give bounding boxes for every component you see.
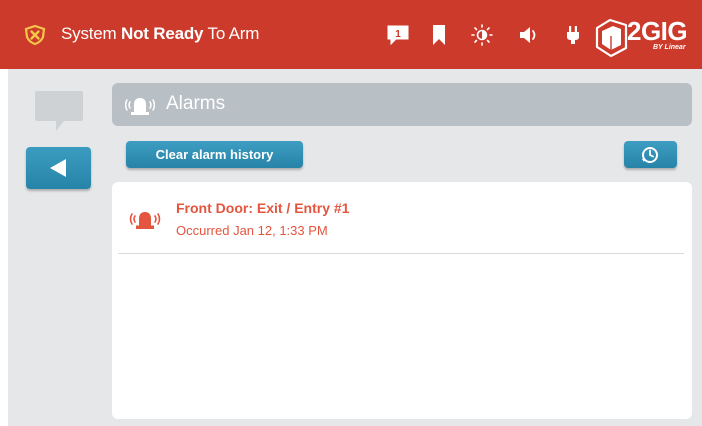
alarm-time: Occurred Jan 12, 1:33 PM — [176, 223, 328, 238]
shield-x-icon[interactable] — [24, 25, 46, 45]
brightness-icon[interactable] — [471, 24, 493, 46]
alarm-title: Front Door: Exit / Entry #1 — [176, 200, 350, 216]
back-arrow-icon — [50, 159, 66, 177]
back-button[interactable] — [26, 147, 91, 189]
status-bar: System Not Ready To Arm 1 2GIG BY Linear — [0, 0, 702, 69]
list-item[interactable]: Front Door: Exit / Entry #1 Occurred Jan… — [118, 182, 684, 254]
page-header: Alarms — [112, 83, 692, 126]
message-icon[interactable]: 1 — [386, 24, 410, 46]
arm-status-text: System Not Ready To Arm — [61, 24, 259, 44]
status-suffix: To Arm — [203, 24, 260, 43]
clear-alarm-history-button[interactable]: Clear alarm history — [126, 141, 303, 168]
siren-icon — [125, 98, 155, 115]
chat-bubble-icon[interactable] — [34, 89, 84, 133]
status-prefix: System — [61, 24, 122, 43]
page-title: Alarms — [166, 93, 226, 114]
siren-icon — [129, 212, 161, 229]
history-button[interactable] — [624, 141, 677, 168]
status-bold: Not Ready — [121, 24, 204, 43]
brand-name: 2GIG — [627, 16, 688, 46]
history-clock-icon — [642, 147, 658, 163]
alarm-list: Front Door: Exit / Entry #1 Occurred Jan… — [112, 182, 692, 419]
bookmark-icon[interactable] — [432, 24, 446, 46]
brand-sub: BY Linear — [653, 44, 686, 51]
message-count: 1 — [395, 29, 401, 40]
power-plug-icon[interactable] — [566, 24, 580, 46]
volume-icon[interactable] — [518, 24, 540, 46]
